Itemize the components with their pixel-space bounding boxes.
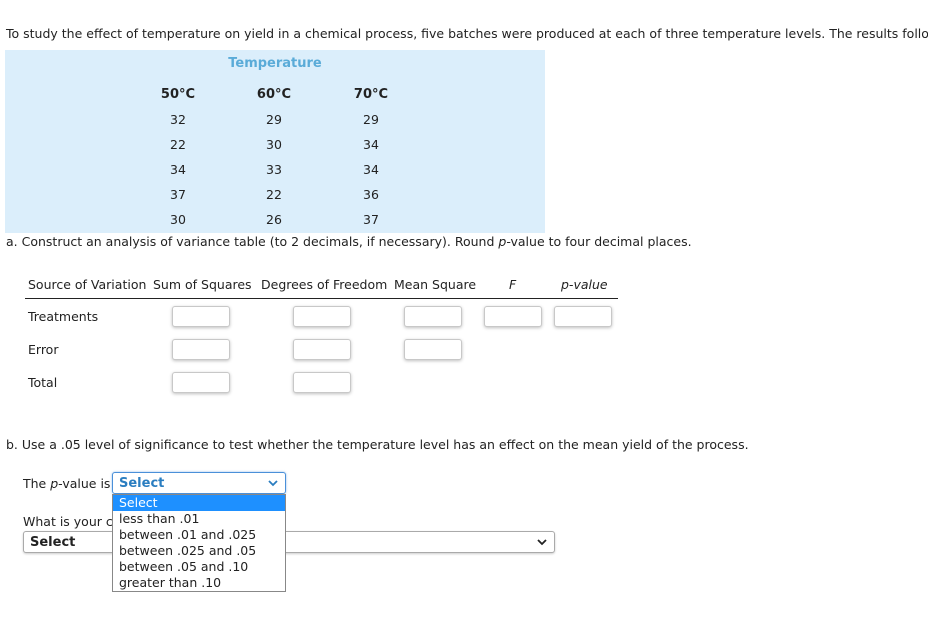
dropdown-option[interactable]: Select	[113, 495, 285, 511]
dropdown-option[interactable]: less than .01	[113, 511, 285, 527]
treatments-df-input[interactable]	[293, 306, 351, 327]
pvalue-dropdown-list: Select less than .01 between .01 and .02…	[112, 494, 286, 592]
table-cell: 33	[266, 162, 282, 177]
error-df-input[interactable]	[293, 339, 351, 360]
row-label-total: Total	[28, 375, 58, 390]
treatments-ms-input[interactable]	[404, 306, 462, 327]
dropdown-option[interactable]: between .025 and .05	[113, 543, 285, 559]
column-header: 50°C	[160, 87, 196, 102]
header-ss: Sum of Squares	[153, 277, 252, 292]
error-ss-input[interactable]	[172, 339, 230, 360]
table-title: Temperature	[228, 56, 322, 71]
table-cell: 29	[363, 112, 379, 127]
column-header: 60°C	[256, 87, 292, 102]
row-label-treatments: Treatments	[28, 309, 99, 324]
treatments-pvalue-input[interactable]	[554, 306, 612, 327]
header-pvalue: p-value	[561, 277, 608, 292]
pvalue-select[interactable]: Select	[112, 472, 286, 494]
header-divider	[25, 298, 618, 299]
part-b-prompt: b. Use a .05 level of significance to te…	[6, 437, 749, 452]
error-ms-input[interactable]	[404, 339, 462, 360]
treatments-f-input[interactable]	[484, 306, 542, 327]
table-cell: 36	[363, 187, 379, 202]
column-header: 70°C	[353, 87, 389, 102]
chevron-down-icon	[537, 539, 547, 546]
table-cell: 32	[170, 112, 186, 127]
table-cell: 34	[170, 162, 186, 177]
data-table: Temperature 50°C 60°C 70°C 32 29 29 22 30 34 3…	[5, 50, 545, 233]
chevron-down-icon	[268, 480, 278, 487]
pvalue-selected-value: Select	[119, 476, 165, 491]
dropdown-option[interactable]: between .01 and .025	[113, 527, 285, 543]
pvalue-label: The p-value is	[23, 476, 111, 491]
table-cell: 22	[266, 187, 282, 202]
header-f: F	[509, 277, 517, 292]
header-source: Source of Variation	[28, 277, 147, 292]
row-label-error: Error	[28, 342, 59, 357]
treatments-ss-input[interactable]	[172, 306, 230, 327]
dropdown-option[interactable]: greater than .10	[113, 575, 285, 591]
table-cell: 37	[170, 187, 186, 202]
table-cell: 34	[363, 162, 379, 177]
conclusion-selected-value: Select	[30, 535, 76, 550]
intro-text: To study the effect of temperature on yi…	[6, 26, 928, 41]
table-cell: 30	[266, 137, 282, 152]
table-cell: 37	[363, 212, 379, 227]
table-cell: 30	[170, 212, 186, 227]
table-cell: 29	[266, 112, 282, 127]
conclusion-label: What is your co	[23, 514, 121, 529]
header-ms: Mean Square	[394, 277, 477, 292]
table-cell: 22	[170, 137, 186, 152]
table-cell: 26	[266, 212, 282, 227]
dropdown-option[interactable]: between .05 and .10	[113, 559, 285, 575]
part-a-prompt: a. Construct an analysis of variance tab…	[6, 234, 692, 249]
total-df-input[interactable]	[293, 372, 351, 393]
table-cell: 34	[363, 137, 379, 152]
total-ss-input[interactable]	[172, 372, 230, 393]
header-df: Degrees of Freedom	[261, 277, 388, 292]
conclusion-select[interactable]: Select	[23, 531, 555, 553]
